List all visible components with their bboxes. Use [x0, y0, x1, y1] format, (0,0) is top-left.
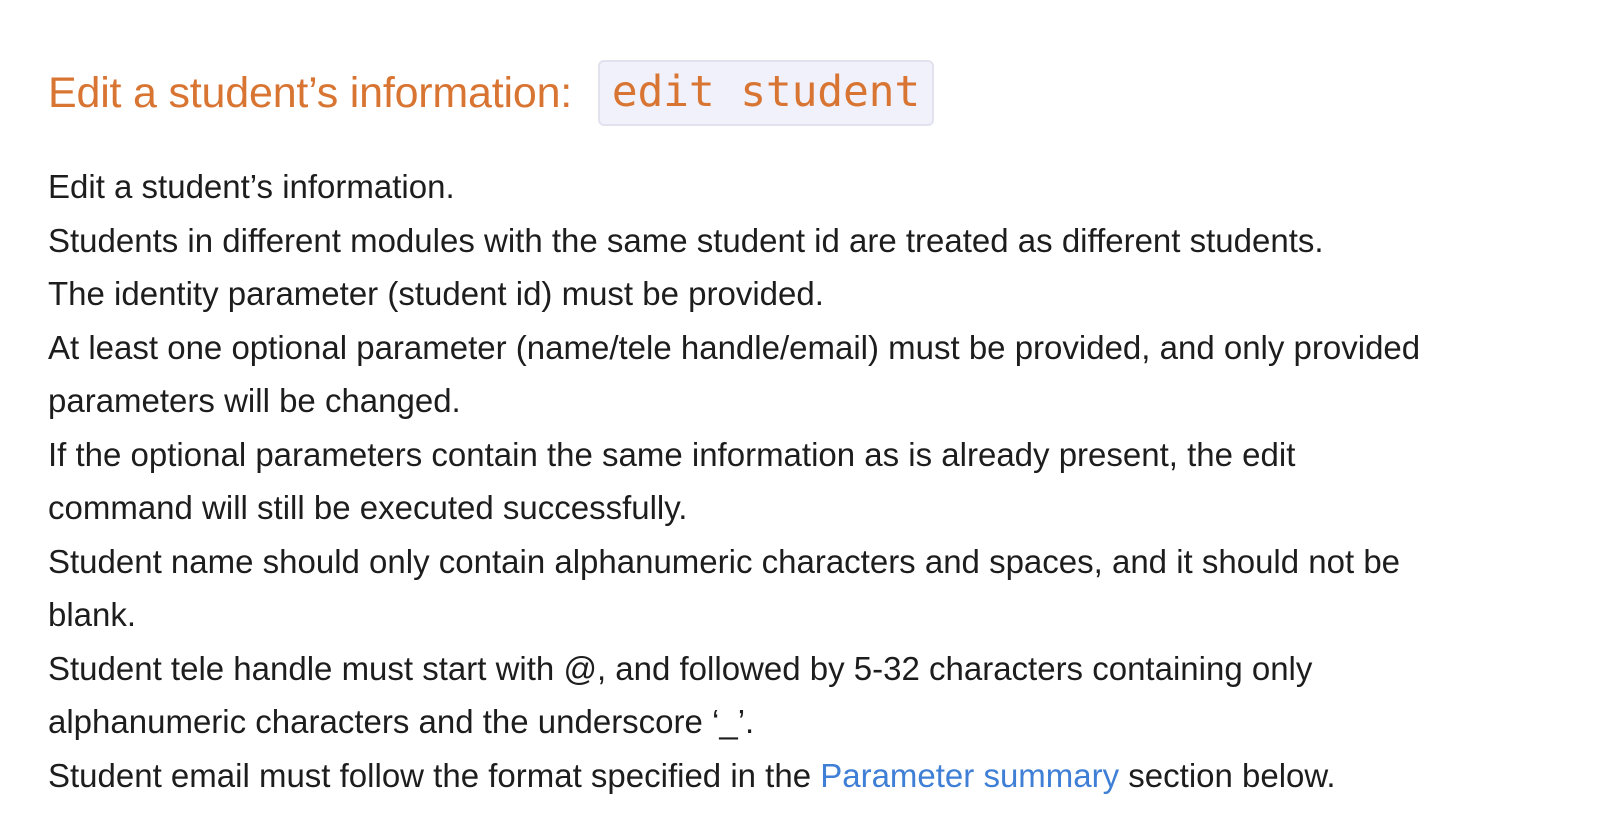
text-line: command will still be executed successfu…	[48, 489, 688, 526]
email-rule-text: Student email must follow the format spe…	[48, 756, 821, 794]
command-code-chip: edit student	[597, 60, 935, 126]
text-line: At least one optional parameter (name/te…	[48, 328, 1421, 366]
text-line: parameters will be changed.	[48, 382, 461, 419]
text-line: Students in different modules with the s…	[48, 221, 1324, 259]
heading-text: Edit a student’s information:	[48, 68, 584, 117]
document-section: Edit a student’s information: edit stude…	[0, 0, 1622, 802]
text-line: Student name should only contain alphanu…	[48, 542, 1401, 580]
text-line: Edit a student’s information.	[48, 168, 455, 205]
text-line: blank.	[48, 596, 137, 633]
section-heading: Edit a student’s information: edit stude…	[48, 60, 1574, 126]
text-line: Student tele handle must start with @, a…	[48, 649, 1313, 687]
email-rule-suffix: section below.	[1119, 756, 1336, 794]
parameter-summary-link[interactable]: Parameter summary	[820, 757, 1119, 794]
text-line-last: Student email must follow the format spe…	[48, 749, 1574, 803]
description-text: Edit a student’s information. Students i…	[48, 160, 1574, 802]
text-line: If the optional parameters contain the s…	[48, 435, 1296, 473]
text-line: The identity parameter (student id) must…	[48, 275, 824, 312]
text-line: alphanumeric characters and the undersco…	[48, 703, 755, 740]
